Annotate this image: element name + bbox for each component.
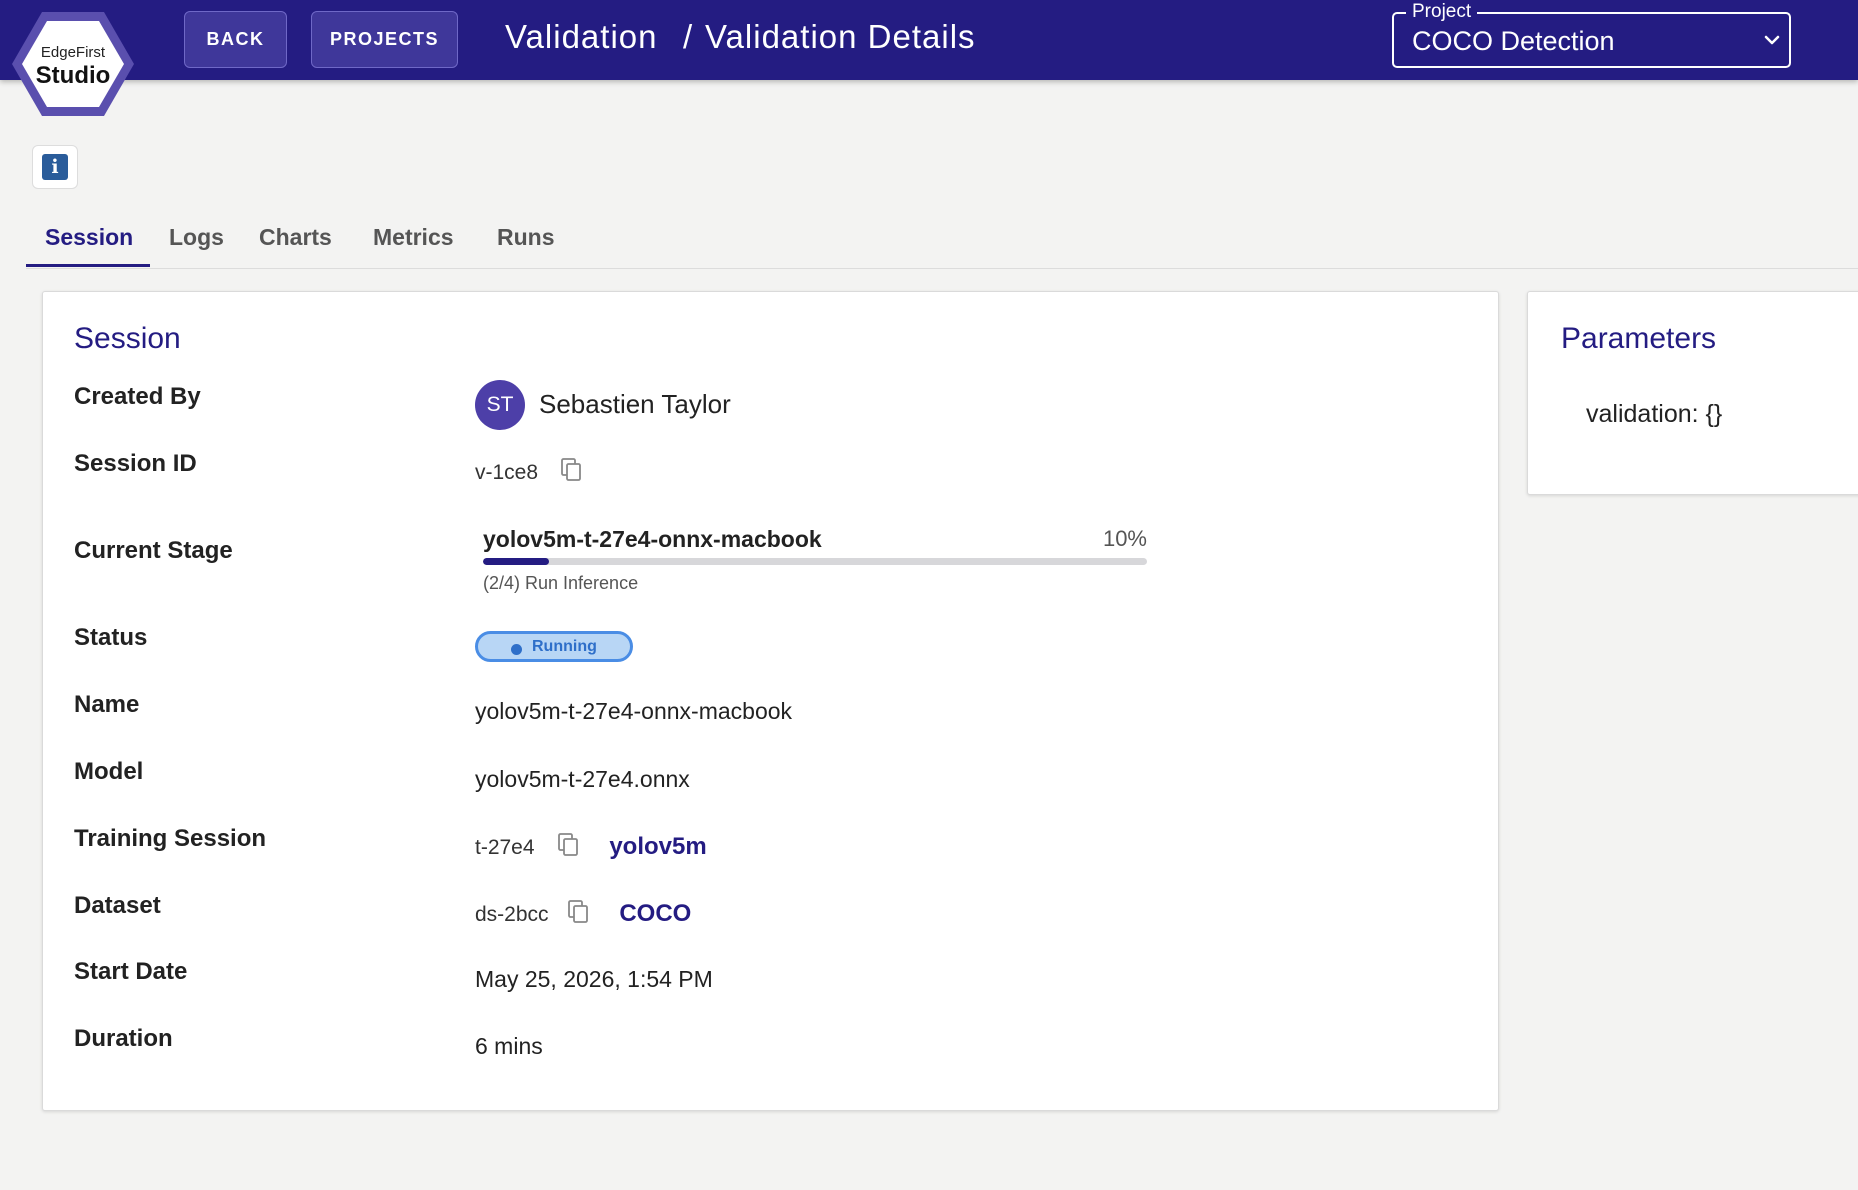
tab-session[interactable]: Session bbox=[45, 224, 133, 251]
top-app-bar: BACK PROJECTS Validation / Validation De… bbox=[0, 0, 1858, 80]
dataset-label: Dataset bbox=[74, 892, 161, 919]
tab-bar: Session Logs Charts Metrics Runs bbox=[26, 220, 1858, 269]
name-value: yolov5m-t-27e4-onnx-macbook bbox=[475, 698, 793, 724]
back-button[interactable]: BACK bbox=[184, 11, 287, 68]
model-value: yolov5m-t-27e4.onnx bbox=[475, 766, 690, 792]
copy-icon[interactable] bbox=[567, 900, 589, 930]
projects-button[interactable]: PROJECTS bbox=[311, 11, 458, 68]
logo-big-text: Studio bbox=[35, 62, 111, 89]
breadcrumb-separator: / bbox=[683, 18, 694, 55]
creator-name: Sebastien Taylor bbox=[539, 389, 731, 419]
session-id-text: v-1ce8 bbox=[475, 461, 539, 485]
dataset-link[interactable]: COCO bbox=[619, 900, 691, 927]
session-id-label: Session ID bbox=[74, 450, 197, 477]
tab-logs[interactable]: Logs bbox=[169, 224, 224, 251]
copy-icon[interactable] bbox=[560, 458, 582, 488]
status-dot-icon bbox=[511, 644, 522, 655]
duration-value: 6 mins bbox=[475, 1033, 543, 1059]
model-label: Model bbox=[74, 758, 144, 785]
status-label: Status bbox=[74, 624, 148, 651]
page-title: Validation Details bbox=[705, 18, 976, 55]
start-date-label: Start Date bbox=[74, 958, 188, 985]
logo-small-text: EdgeFirst bbox=[40, 44, 106, 61]
status-text: Running bbox=[532, 638, 597, 655]
breadcrumb-validation[interactable]: Validation bbox=[505, 18, 658, 56]
parameters-body: validation: {} bbox=[1586, 400, 1723, 428]
project-select-value: COCO Detection bbox=[1412, 26, 1615, 56]
created-by-label: Created By bbox=[74, 383, 201, 410]
current-stage-label: Current Stage bbox=[74, 537, 233, 564]
duration-label: Duration bbox=[74, 1025, 173, 1052]
tab-metrics[interactable]: Metrics bbox=[373, 224, 454, 251]
tab-runs[interactable]: Runs bbox=[497, 224, 555, 251]
training-session-value: t-27e4 yolov5m bbox=[475, 833, 707, 863]
training-session-id: t-27e4 bbox=[475, 836, 535, 860]
info-button[interactable]: i bbox=[32, 145, 78, 189]
start-date-value: May 25, 2026, 1:54 PM bbox=[475, 966, 713, 992]
parameters-card: Parameters validation: {} bbox=[1527, 291, 1858, 495]
studio-logo[interactable]: EdgeFirst Studio bbox=[8, 8, 138, 120]
stage-progress-fill bbox=[483, 558, 550, 565]
avatar: ST bbox=[475, 380, 525, 430]
active-tab-indicator bbox=[26, 264, 150, 267]
training-session-link[interactable]: yolov5m bbox=[609, 833, 706, 860]
chevron-down-icon bbox=[1763, 31, 1781, 54]
dataset-id: ds-2bcc bbox=[475, 903, 549, 927]
info-icon: i bbox=[42, 154, 68, 180]
stage-progress-percent: 10% bbox=[1102, 526, 1147, 551]
status-badge: Running bbox=[475, 631, 633, 662]
session-id-value: v-1ce8 bbox=[475, 458, 582, 488]
stage-step-text: (2/4) Run Inference bbox=[483, 573, 639, 593]
tab-charts[interactable]: Charts bbox=[259, 224, 332, 251]
parameters-title: Parameters bbox=[1561, 322, 1717, 355]
name-label: Name bbox=[74, 691, 140, 718]
stage-progress-bar bbox=[483, 558, 1147, 565]
project-select[interactable]: Project COCO Detection bbox=[1392, 1, 1791, 68]
copy-icon[interactable] bbox=[557, 833, 579, 863]
stage-name: yolov5m-t-27e4-onnx-macbook bbox=[483, 526, 822, 552]
dataset-value: ds-2bcc COCO bbox=[475, 900, 691, 930]
session-card: Session Created By ST Sebastien Taylor S… bbox=[42, 291, 1499, 1111]
training-session-label: Training Session bbox=[74, 825, 267, 852]
project-select-label: Project bbox=[1406, 1, 1478, 23]
session-card-title: Session bbox=[74, 322, 181, 355]
